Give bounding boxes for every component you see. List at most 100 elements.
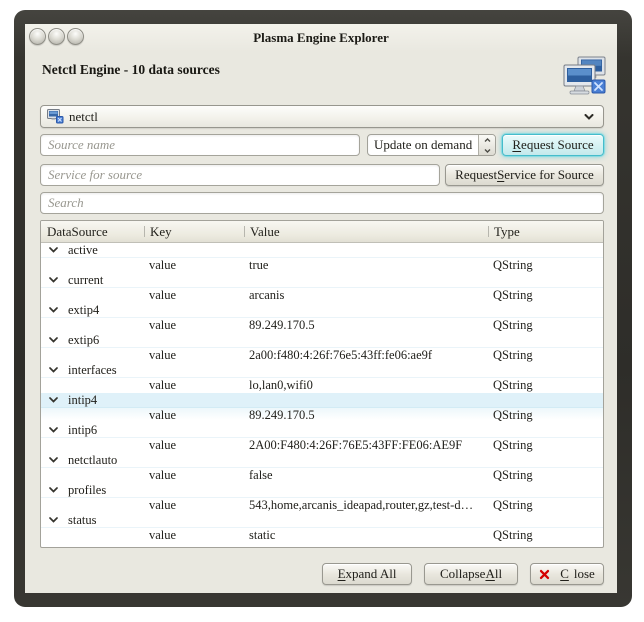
value-cell — [244, 363, 488, 377]
column-header-key[interactable]: Key — [144, 221, 244, 242]
key-cell — [144, 333, 244, 347]
data-source-table: DataSource Key Value Type active value t… — [40, 220, 604, 548]
datasource-cell: extip6 — [41, 333, 144, 347]
key-cell: value — [144, 438, 244, 453]
table-row[interactable]: value false QString — [41, 468, 603, 483]
datasource-cell: netctlauto — [41, 453, 144, 467]
key-cell — [144, 513, 244, 527]
datasource-cell: status — [41, 513, 144, 527]
table-row[interactable]: extip4 — [41, 303, 603, 318]
datasource-cell — [41, 438, 144, 453]
table-row[interactable]: value 543,home,arcanis_ideapad,router,gz… — [41, 498, 603, 513]
type-cell: QString — [488, 258, 603, 273]
type-cell — [488, 333, 603, 347]
key-cell — [144, 273, 244, 287]
expander-chevron-down-icon[interactable] — [49, 397, 58, 403]
search-input[interactable] — [40, 192, 604, 214]
datasource-cell — [41, 498, 144, 513]
engine-combobox-value: netctl — [69, 109, 98, 125]
datasource-label: extip4 — [68, 303, 99, 317]
key-cell: value — [144, 498, 244, 513]
update-mode-spinbox[interactable]: Update on demand — [367, 134, 496, 156]
type-cell — [488, 273, 603, 287]
spin-up-icon[interactable] — [479, 135, 495, 145]
service-input[interactable] — [40, 164, 440, 186]
datasource-label: extip6 — [68, 333, 99, 347]
request-source-button[interactable]: Request Source — [502, 134, 604, 156]
table-row[interactable]: value 2a00:f480:4:26f:76e5:43ff:fe06:ae9… — [41, 348, 603, 363]
request-service-button[interactable]: Request Service for Source — [445, 164, 604, 186]
value-cell — [244, 423, 488, 437]
value-cell: static — [244, 528, 488, 543]
datasource-label: netctlauto — [68, 453, 117, 467]
key-cell — [144, 453, 244, 467]
table-row[interactable]: value 89.249.170.5 QString — [41, 408, 603, 423]
table-row[interactable]: status — [41, 513, 603, 528]
type-cell — [488, 303, 603, 317]
datasource-label: status — [68, 513, 96, 527]
expander-chevron-down-icon[interactable] — [49, 247, 58, 253]
datasource-label: interfaces — [68, 363, 117, 377]
expander-chevron-down-icon[interactable] — [49, 367, 58, 373]
expand-all-button[interactable]: Expand All — [322, 563, 412, 585]
spin-down-icon[interactable] — [479, 145, 495, 155]
table-row[interactable]: current — [41, 273, 603, 288]
value-cell: lo,lan0,wifi0 — [244, 378, 488, 393]
table-row[interactable]: netctlauto — [41, 453, 603, 468]
column-header-value[interactable]: Value — [244, 221, 488, 242]
close-x-icon — [539, 569, 550, 580]
column-header-datasource[interactable]: DataSource — [41, 221, 144, 242]
type-cell — [488, 243, 603, 257]
table-row[interactable]: intip4 — [41, 393, 603, 408]
datasource-label: intip6 — [68, 423, 97, 437]
table-row[interactable]: value 2A00:F480:4:26F:76E5:43FF:FE06:AE9… — [41, 438, 603, 453]
type-cell: QString — [488, 528, 603, 543]
datasource-label: current — [68, 273, 103, 287]
type-cell — [488, 363, 603, 377]
expander-chevron-down-icon[interactable] — [49, 487, 58, 493]
expander-chevron-down-icon[interactable] — [49, 277, 58, 283]
table-row[interactable]: active — [41, 243, 603, 258]
key-cell: value — [144, 378, 244, 393]
table-row[interactable]: interfaces — [41, 363, 603, 378]
table-row[interactable]: value lo,lan0,wifi0 QString — [41, 378, 603, 393]
badge — [592, 80, 605, 93]
close-button[interactable]: Close — [530, 563, 604, 585]
value-cell: true — [244, 258, 488, 273]
datasource-cell — [41, 318, 144, 333]
datasource-label: profiles — [68, 483, 106, 497]
engine-combobox[interactable]: netctl — [40, 105, 604, 128]
column-header-type[interactable]: Type — [488, 221, 603, 242]
table-row[interactable]: profiles — [41, 483, 603, 498]
titlebar[interactable]: Plasma Engine Explorer — [25, 24, 617, 52]
key-cell: value — [144, 528, 244, 543]
table-row[interactable]: extip6 — [41, 333, 603, 348]
table-row[interactable]: value static QString — [41, 528, 603, 543]
table-row[interactable]: value 89.249.170.5 QString — [41, 318, 603, 333]
key-cell — [144, 363, 244, 377]
collapse-all-button[interactable]: Collapse All — [424, 563, 518, 585]
type-cell — [488, 513, 603, 527]
datasource-cell — [41, 378, 144, 393]
table-row[interactable]: value true QString — [41, 258, 603, 273]
front-monitor — [564, 65, 595, 94]
expander-chevron-down-icon[interactable] — [49, 337, 58, 343]
value-cell — [244, 453, 488, 467]
table-row[interactable]: value arcanis QString — [41, 288, 603, 303]
source-name-input[interactable] — [40, 134, 360, 156]
footer-buttons: Expand All Collapse All Close — [322, 563, 604, 585]
expander-chevron-down-icon[interactable] — [49, 457, 58, 463]
expander-chevron-down-icon[interactable] — [49, 307, 58, 313]
table-row[interactable]: intip6 — [41, 423, 603, 438]
datasource-cell — [41, 408, 144, 423]
type-cell: QString — [488, 498, 603, 513]
type-cell — [488, 423, 603, 437]
value-cell: arcanis — [244, 288, 488, 303]
type-cell: QString — [488, 378, 603, 393]
type-cell: QString — [488, 318, 603, 333]
expander-chevron-down-icon[interactable] — [49, 517, 58, 523]
expander-chevron-down-icon[interactable] — [49, 427, 58, 433]
spin-buttons — [478, 135, 495, 155]
value-cell — [244, 513, 488, 527]
key-cell — [144, 303, 244, 317]
